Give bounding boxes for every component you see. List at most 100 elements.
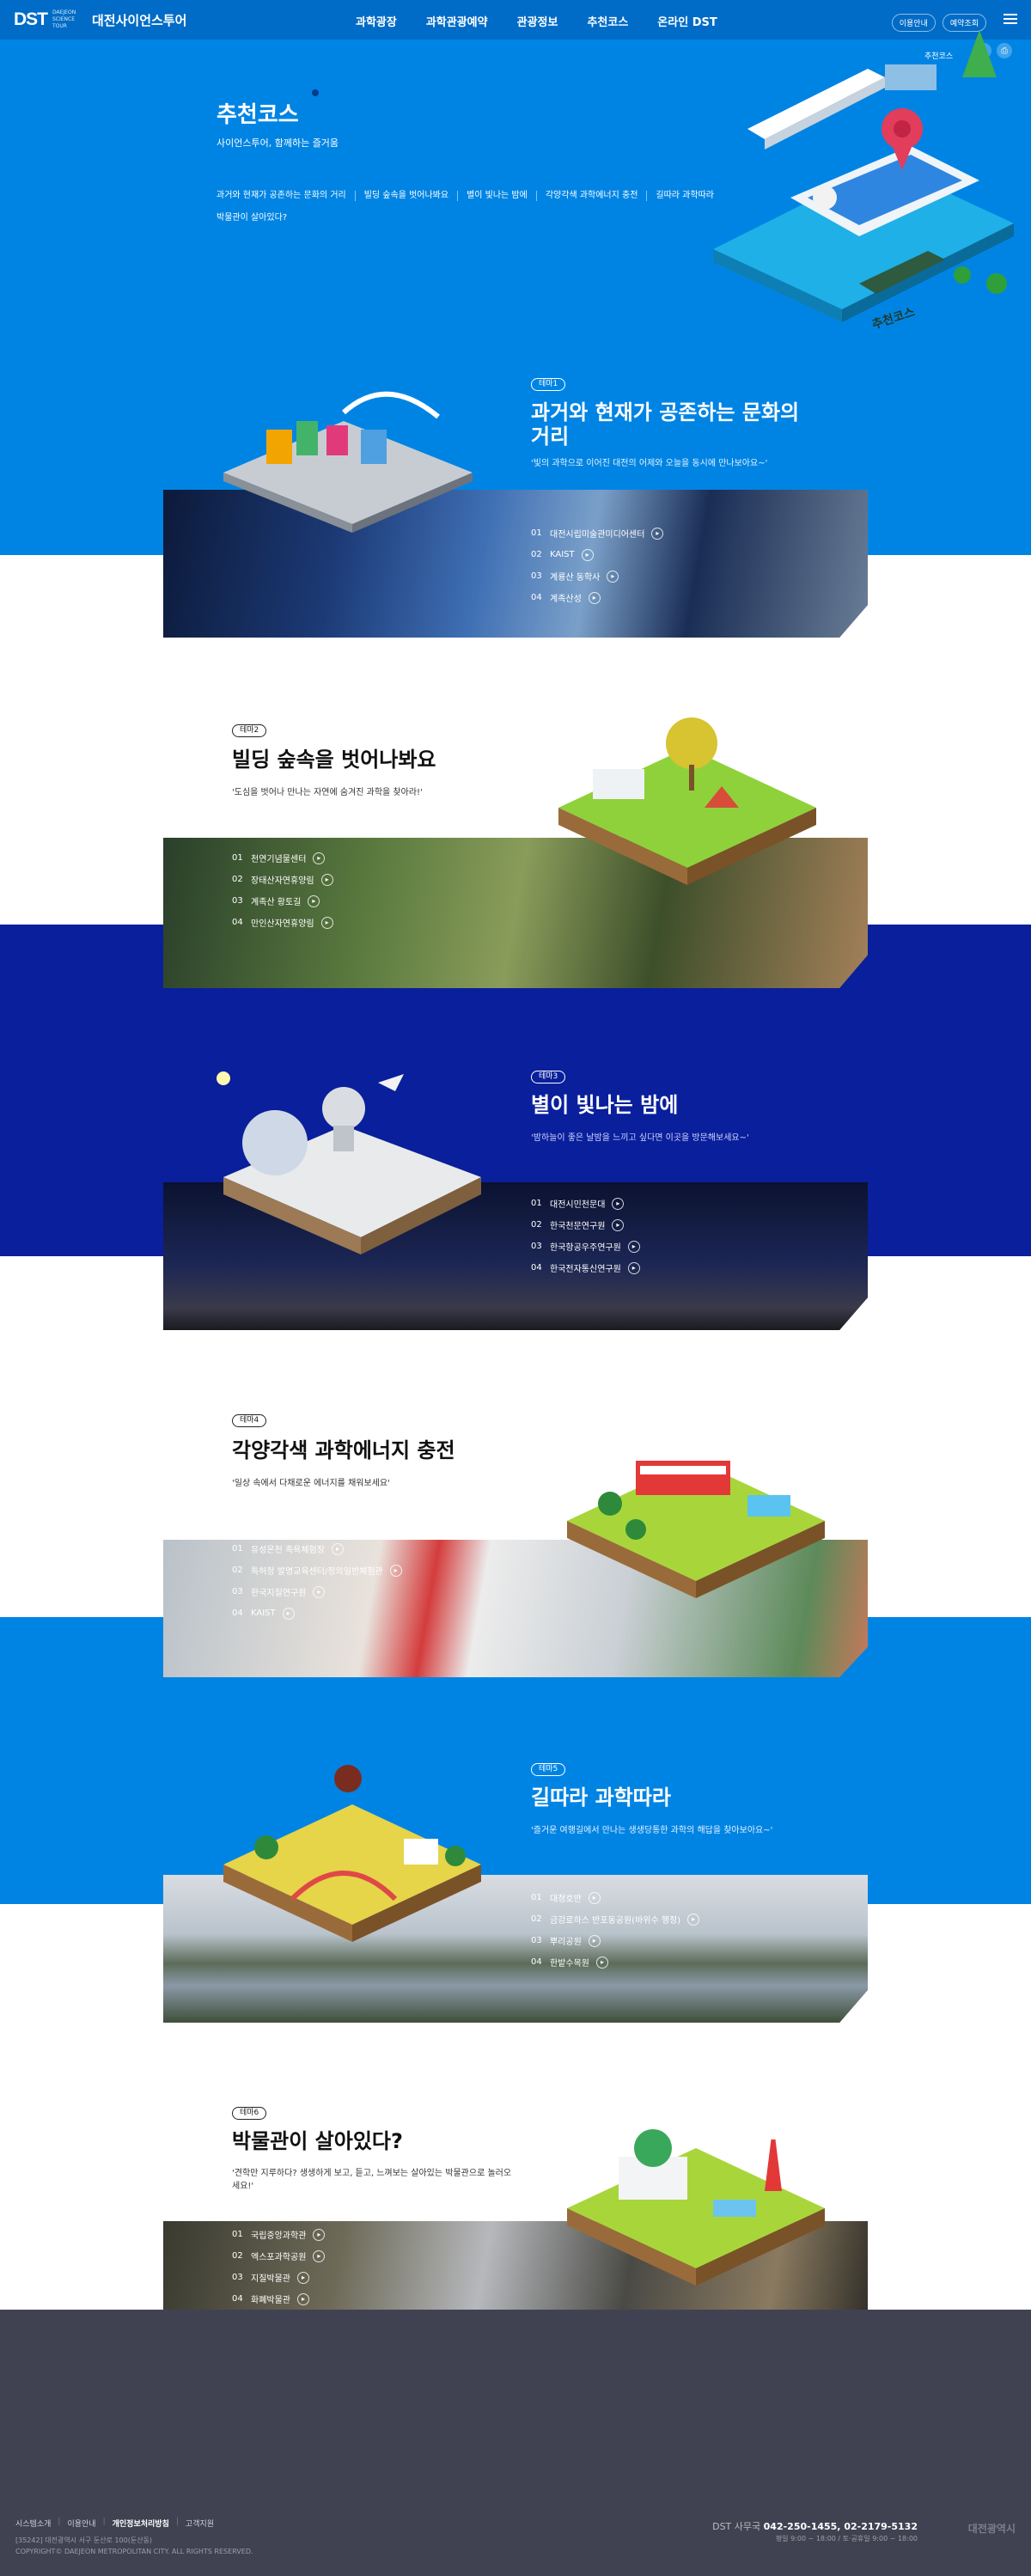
course-desc: '즐거운 여행길에서 만나는 생생당통한 과학의 해답을 찾아보아요~' — [531, 1826, 773, 1835]
place-item[interactable]: 01 천연기념물센터 ▸ — [232, 847, 333, 869]
course-title: 빌딩 숲속을 벗어나봐요 — [232, 748, 436, 772]
place-list: 01 국립중앙과학관 ▸ 02 엑스포과학공원 ▸ 03 지질박물관 ▸ 04 화폐박물관 ▸ — [232, 2224, 326, 2310]
nav-item-science-plaza[interactable]: 과학광장 — [356, 13, 397, 29]
footer-link-support[interactable]: 고객지원 — [186, 2518, 214, 2529]
course-badge: 테마3 — [531, 1071, 566, 1084]
footer-address: [35242] 대전광역시 서구 둔산로 100(둔산동) — [15, 2536, 153, 2544]
course-title: 각양각색 과학에너지 충전 — [232, 1438, 455, 1462]
course-link-2[interactable]: 빌딩 숲속을 벗어나봐요 — [364, 191, 459, 201]
place-name: 계족산 황토길 — [251, 898, 302, 907]
course-illustration — [558, 717, 816, 885]
nav-item-reservation[interactable]: 과학관광예약 — [426, 13, 488, 29]
place-item[interactable]: 01 국립중앙과학관 ▸ — [232, 2224, 326, 2245]
place-item[interactable]: 04 만인산자연휴양림 ▸ — [232, 912, 333, 933]
course-link-4[interactable]: 각양각색 과학에너지 충전 — [546, 191, 648, 201]
place-item[interactable]: 04 계족산성 ▸ — [531, 587, 663, 608]
footer-city-logo: 대전광역시 — [967, 2523, 1016, 2535]
place-name: 특허청 발명교육센터/정의일반체험관 — [251, 1567, 383, 1577]
place-item[interactable]: 01 대전시립미술관미디어센터 ▸ — [531, 522, 664, 544]
place-item[interactable]: 03 뿌리공원 ▸ — [531, 1930, 699, 1951]
logo-sub: DAEJEON SCIENCE TOUR — [52, 9, 76, 29]
arrow-right-icon: ▸ — [297, 2271, 309, 2284]
nav-item-recommended-course[interactable]: 추천코스 — [587, 13, 628, 29]
place-name: 뿌리공원 — [550, 1938, 582, 1947]
course-desc: '도심을 벗어나 만나는 자연에 숨겨진 과학을 찾아라!' — [232, 788, 423, 797]
arrow-right-icon: ▸ — [612, 1218, 625, 1231]
arrow-right-icon: ▸ — [313, 2228, 326, 2241]
footer-link-privacy[interactable]: 개인정보처리방침 — [113, 2518, 169, 2529]
place-name: 유성온천 족욕체험장 — [251, 1546, 325, 1555]
place-item[interactable]: 04 KAIST ▸ — [232, 1602, 402, 1624]
place-item[interactable]: 01 대전시민천문대 ▸ — [531, 1193, 640, 1214]
footer-phone-block: DST 사무국 042-250-1455, 02-2179-5132 — [712, 2519, 918, 2533]
course-illustration — [217, 1071, 481, 1254]
course-link-6[interactable]: 박물관이 살아있다? — [217, 213, 296, 223]
place-item[interactable]: 01 대청호반 ▸ — [531, 1887, 699, 1908]
arrow-right-icon: ▸ — [687, 1913, 700, 1926]
place-item[interactable]: 03 지질박물관 ▸ — [232, 2267, 325, 2288]
course-title: 과거와 현재가 공존하는 문화의 거리 — [531, 400, 800, 449]
place-name: 대전시민천문대 — [550, 1200, 606, 1210]
place-name: 엑스포과학공원 — [251, 2253, 307, 2262]
course-title: 길따라 과학따라 — [531, 1785, 671, 1810]
place-list: 01 천연기념물센터 ▸ 02 장태산자연휴양림 ▸ 03 계족산 황토길 ▸ 04 만인산자… — [232, 847, 333, 933]
place-list: 01 대청호반 ▸ 02 금강로하스 반포동공원(바위수 행정) ▸ 03 뿌리공원 ▸ 0… — [531, 1887, 700, 1973]
place-item[interactable]: 03 한국항공우주연구원 ▸ — [531, 1236, 640, 1257]
place-item[interactable]: 02 금강로하스 반포동공원(바위수 행정) ▸ — [531, 1908, 700, 1930]
place-name: 계룡산 동학사 — [550, 573, 601, 583]
course-link-list: 과거와 현재가 공존하는 문화의 거리 빌딩 숲속을 벗어나봐요 별이 빛나는 … — [217, 191, 766, 223]
place-name: KAIST — [251, 1608, 276, 1618]
logo-mark: DST — [14, 9, 48, 29]
place-name: 천연기념물센터 — [251, 855, 307, 864]
course-link-1[interactable]: 과거와 현재가 공존하는 문화의 거리 — [217, 191, 356, 201]
footer-copyright: COPYRIGHT© DAEJEON METROPOLITAN CITY. AL… — [15, 2548, 253, 2555]
place-item[interactable]: 03 계족산 황토길 ▸ — [232, 890, 333, 912]
place-name: 대전시립미술관미디어센터 — [550, 530, 645, 540]
logo-text: 대전사이언스투어 — [92, 12, 187, 28]
place-item[interactable]: 01 유성온천 족욕체험장 ▸ — [232, 1538, 402, 1560]
place-item[interactable]: 02 장태산자연휴양림 ▸ — [232, 869, 333, 890]
logo[interactable]: DST DAEJEON SCIENCE TOUR 대전사이언스투어 — [14, 9, 186, 30]
course-badge: 테마2 — [232, 724, 267, 737]
arrow-right-icon: ▸ — [588, 1934, 601, 1947]
footer-link-system[interactable]: 시스템소개 — [15, 2518, 51, 2529]
place-item[interactable]: 02 한국천문연구원 ▸ — [531, 1214, 640, 1236]
place-name: 계족산성 — [550, 595, 582, 604]
place-item[interactable]: 02 KAIST ▸ — [531, 544, 663, 565]
place-list: 01 대전시립미술관미디어센터 ▸ 02 KAIST ▸ 03 계룡산 동학사 ▸ 04 계족… — [531, 522, 664, 608]
course-illustration — [567, 2122, 825, 2286]
course-title: 별이 빛나는 밤에 — [531, 1093, 679, 1117]
hamburger-menu-icon[interactable] — [1004, 14, 1017, 24]
place-item[interactable]: 03 계룡산 동학사 ▸ — [531, 565, 663, 587]
course-badge: 테마4 — [232, 1414, 267, 1427]
footer-link-guide[interactable]: 이용안내 — [67, 2518, 95, 2529]
nav-item-tour-info[interactable]: 관광정보 — [517, 13, 558, 29]
place-item[interactable]: 04 한밭수목원 ▸ — [531, 1951, 699, 1973]
place-name: 한국천문연구원 — [550, 1222, 606, 1231]
place-item[interactable]: 03 한국지질연구원 ▸ — [232, 1581, 402, 1602]
page-title: 추천코스 — [217, 102, 299, 128]
course-illustration — [567, 1461, 825, 1598]
arrow-right-icon: ▸ — [651, 527, 664, 540]
place-item[interactable]: 04 한국전자통신연구원 ▸ — [531, 1257, 640, 1279]
footer-phone: 042-250-1455, 02-2179-5132 — [763, 2521, 918, 2532]
course-title: 박물관이 살아있다? — [232, 2129, 403, 2153]
place-item[interactable]: 04 화폐박물관 ▸ — [232, 2288, 325, 2310]
arrow-right-icon: ▸ — [588, 1891, 601, 1904]
footer-phone-label: DST 사무국 — [712, 2521, 761, 2532]
place-item[interactable]: 02 엑스포과학공원 ▸ — [232, 2245, 326, 2267]
arrow-right-icon: ▸ — [331, 1542, 344, 1555]
course-badge: 테마1 — [531, 378, 566, 391]
hero-dot — [312, 89, 319, 96]
footer-hours: 평일 9:00 ~ 18:00 / 토·공휴일 9:00 ~ 18:00 — [775, 2535, 918, 2542]
arrow-right-icon: ▸ — [313, 2249, 326, 2262]
place-name: 한국전자통신연구원 — [550, 1265, 621, 1274]
place-name: KAIST — [550, 550, 575, 559]
page-subtitle: 사이언스투어, 함께하는 즐거움 — [217, 137, 339, 149]
course-badge: 테마5 — [531, 1763, 566, 1776]
course-link-3[interactable]: 별이 빛나는 밤에 — [467, 191, 537, 201]
place-item[interactable]: 02 특허청 발명교육센터/정의일반체험관 ▸ — [232, 1560, 402, 1581]
place-name: 만인산자연휴양림 — [251, 919, 314, 929]
place-name: 한밭수목원 — [550, 1959, 589, 1969]
place-name: 화폐박물관 — [251, 2296, 290, 2305]
